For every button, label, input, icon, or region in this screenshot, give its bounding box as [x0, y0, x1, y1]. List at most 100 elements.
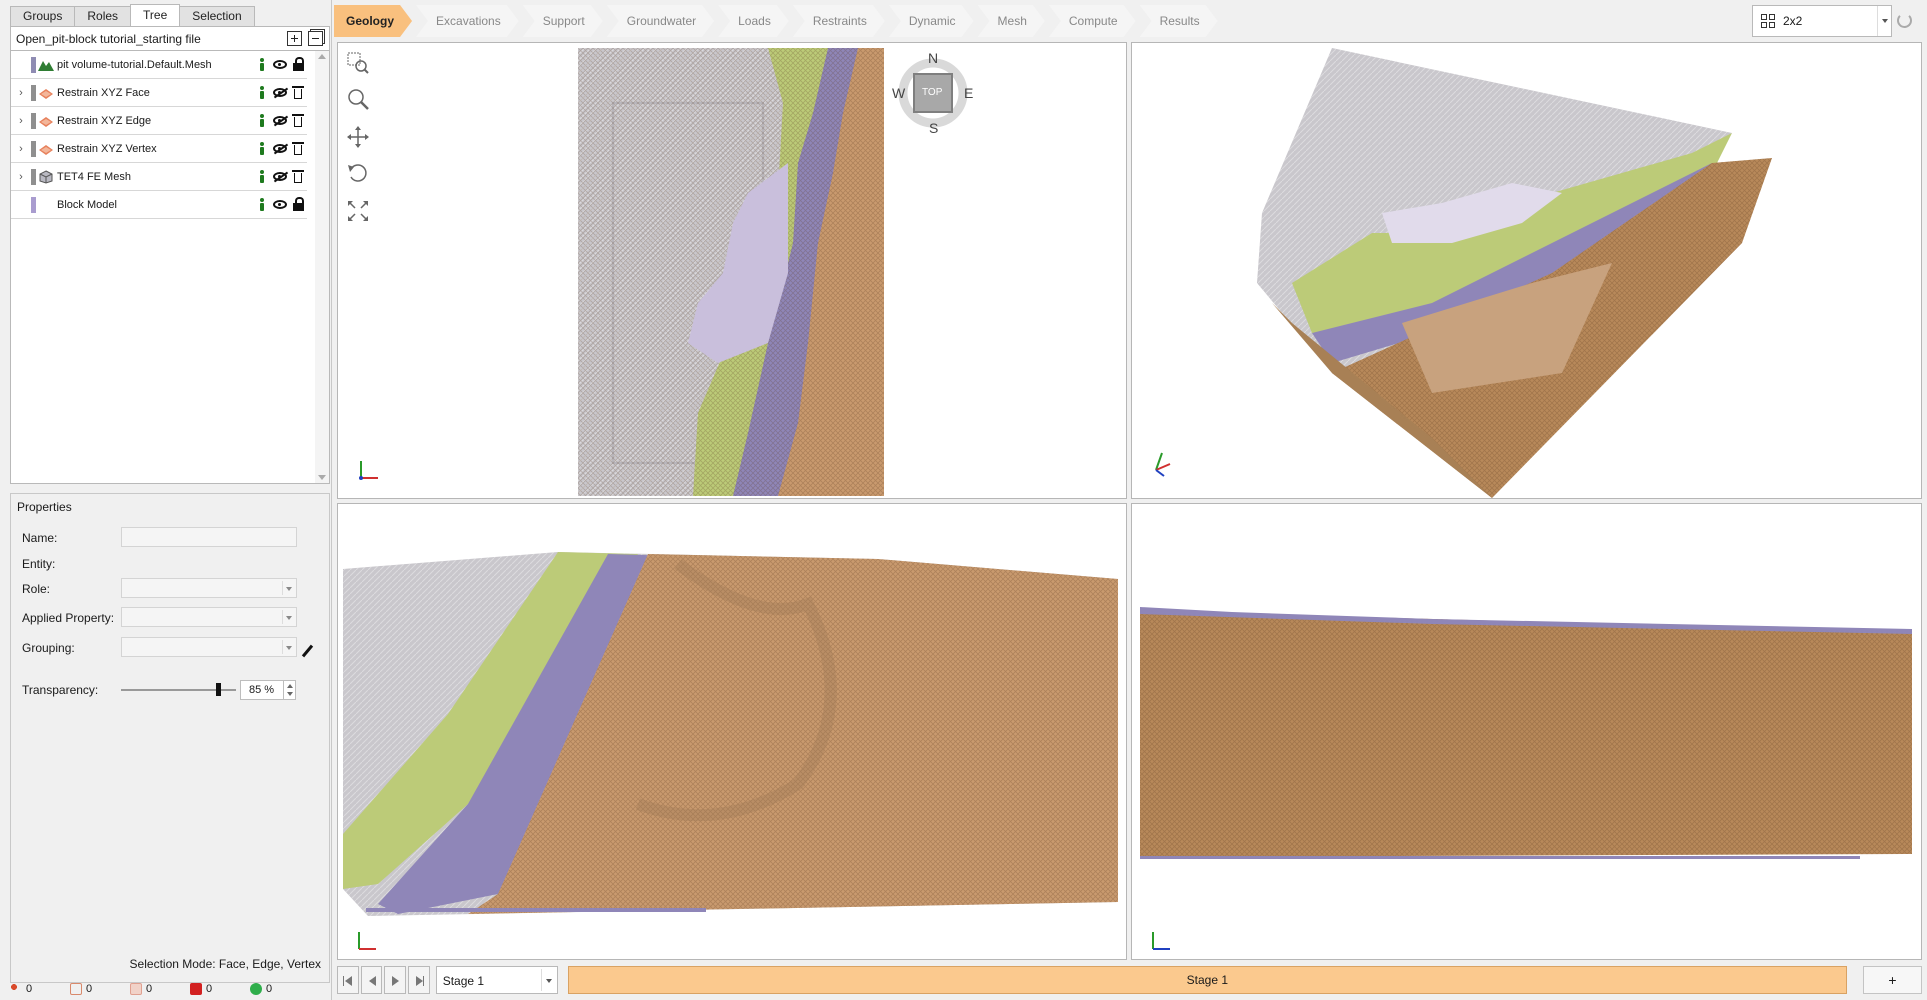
- application-window: Groups Roles Tree Selection Open_pit-blo…: [0, 0, 1927, 1000]
- stage-tab-1[interactable]: Stage 1: [567, 966, 1847, 994]
- tab-compute[interactable]: Compute: [1049, 5, 1136, 37]
- tab-tree[interactable]: Tree: [130, 4, 181, 26]
- trash-icon[interactable]: [289, 85, 307, 101]
- spin-arrows-icon[interactable]: [283, 680, 296, 700]
- scroll-down-icon[interactable]: [318, 475, 326, 480]
- compass-south[interactable]: S: [929, 120, 938, 136]
- chevron-right-icon[interactable]: ›: [11, 143, 31, 155]
- tree-title: Open_pit-block tutorial_starting file: [16, 31, 201, 46]
- tab-dynamic[interactable]: Dynamic: [889, 5, 974, 37]
- compass-north[interactable]: N: [928, 50, 938, 66]
- tab-mesh[interactable]: Mesh: [978, 5, 1045, 37]
- tab-groups[interactable]: Groups: [10, 6, 76, 26]
- last-stage-button[interactable]: [408, 966, 430, 994]
- viewport-perspective[interactable]: [1131, 42, 1922, 499]
- tree-item-restrain-vertex[interactable]: › Restrain XYZ Vertex: [11, 135, 307, 163]
- volume-count: 0: [190, 983, 250, 995]
- viewport-layout-select[interactable]: 2x2: [1752, 5, 1892, 37]
- tree-item-block-model[interactable]: Block Model: [11, 191, 307, 219]
- layer-swatch: [31, 112, 36, 129]
- tab-loads[interactable]: Loads: [718, 5, 789, 37]
- tree-scrollbar[interactable]: [315, 51, 329, 483]
- eye-icon[interactable]: [271, 57, 289, 73]
- refresh-icon[interactable]: [1897, 13, 1912, 28]
- active-person-icon[interactable]: [253, 141, 271, 157]
- tab-restraints[interactable]: Restraints: [793, 5, 885, 37]
- viewport-top[interactable]: N S W E TOP: [337, 42, 1127, 499]
- pan-icon[interactable]: [346, 125, 370, 149]
- tab-excavations[interactable]: Excavations: [416, 5, 519, 37]
- grouping-label: Grouping:: [22, 641, 75, 655]
- grouping-select[interactable]: [121, 637, 297, 657]
- selection-mode-text: Selection Mode: Face, Edge, Vertex: [129, 957, 321, 971]
- face-count-icon: [130, 983, 142, 995]
- first-stage-button[interactable]: [337, 966, 359, 994]
- eye-off-icon[interactable]: [271, 169, 289, 185]
- viewport-side[interactable]: [1131, 503, 1922, 960]
- compass-east[interactable]: E: [964, 85, 973, 101]
- chevron-right-icon[interactable]: ›: [11, 171, 31, 183]
- chevron-down-icon[interactable]: [1877, 6, 1891, 36]
- compass-west[interactable]: W: [892, 85, 905, 101]
- rotate-icon[interactable]: [346, 161, 370, 185]
- zoom-extents-icon[interactable]: [346, 199, 370, 223]
- tree-item-fe-mesh[interactable]: › TET4 FE Mesh: [11, 163, 307, 191]
- lock-icon[interactable]: [289, 57, 307, 73]
- eye-icon[interactable]: [271, 197, 289, 213]
- active-person-icon[interactable]: [253, 113, 271, 129]
- layer-swatch: [31, 84, 36, 101]
- chevron-right-icon[interactable]: ›: [11, 115, 31, 127]
- pencil-icon[interactable]: [301, 644, 314, 658]
- tree-item-restrain-face[interactable]: › Restrain XYZ Face: [11, 79, 307, 107]
- tree-item-label: pit volume-tutorial.Default.Mesh: [57, 58, 212, 71]
- lock-icon[interactable]: [289, 197, 307, 213]
- trash-icon[interactable]: [289, 141, 307, 157]
- group-count: 0: [250, 983, 310, 995]
- tree-item-mesh[interactable]: pit volume-tutorial.Default.Mesh: [11, 51, 307, 79]
- view-cube-compass[interactable]: N S W E TOP: [892, 50, 973, 136]
- stage-bar: Stage 1 Stage 1 +: [337, 964, 1922, 996]
- compass-top-face[interactable]: TOP: [922, 87, 942, 98]
- applied-property-select[interactable]: [121, 607, 297, 627]
- stage-select[interactable]: Stage 1: [435, 966, 558, 994]
- next-stage-button[interactable]: [384, 966, 407, 994]
- left-panel: Groups Roles Tree Selection Open_pit-blo…: [0, 0, 332, 1000]
- transparency-spinbox[interactable]: 85 %: [240, 680, 296, 700]
- transparency-slider-thumb[interactable]: [215, 683, 221, 696]
- tree-item-restrain-edge[interactable]: › Restrain XYZ Edge: [11, 107, 307, 135]
- tab-groundwater[interactable]: Groundwater: [607, 5, 714, 37]
- edge-count: 0: [70, 983, 130, 995]
- axis-triad-icon: [1148, 448, 1178, 478]
- add-stage-button[interactable]: +: [1862, 966, 1922, 994]
- zoom-icon[interactable]: [346, 87, 370, 111]
- tab-results[interactable]: Results: [1140, 5, 1218, 37]
- tab-geology[interactable]: Geology: [334, 5, 412, 37]
- collapse-all-icon[interactable]: [308, 31, 323, 46]
- expand-all-icon[interactable]: [287, 31, 302, 46]
- previous-stage-button[interactable]: [360, 966, 383, 994]
- eye-off-icon[interactable]: [271, 141, 289, 157]
- tree-header: Open_pit-block tutorial_starting file: [10, 26, 330, 51]
- active-person-icon[interactable]: [253, 85, 271, 101]
- axis-triad-icon: [354, 924, 384, 954]
- eye-off-icon[interactable]: [271, 113, 289, 129]
- zoom-box-icon[interactable]: [346, 51, 370, 75]
- chevron-right-icon[interactable]: ›: [11, 87, 31, 99]
- tab-support[interactable]: Support: [523, 5, 603, 37]
- tab-selection[interactable]: Selection: [179, 6, 255, 26]
- tab-roles[interactable]: Roles: [74, 6, 132, 26]
- scroll-up-icon[interactable]: [318, 54, 326, 59]
- active-person-icon[interactable]: [253, 169, 271, 185]
- viewport-front[interactable]: [337, 503, 1127, 960]
- role-select[interactable]: [121, 578, 297, 598]
- active-person-icon[interactable]: [253, 197, 271, 213]
- restraint-face-icon: [38, 86, 54, 100]
- cube-mesh-icon: [38, 169, 54, 184]
- edge-count-icon: [70, 983, 82, 995]
- trash-icon[interactable]: [289, 169, 307, 185]
- eye-off-icon[interactable]: [271, 85, 289, 101]
- active-person-icon[interactable]: [253, 57, 271, 73]
- trash-icon[interactable]: [289, 113, 307, 129]
- name-field[interactable]: [121, 527, 297, 547]
- transparency-value: 85 %: [249, 684, 275, 696]
